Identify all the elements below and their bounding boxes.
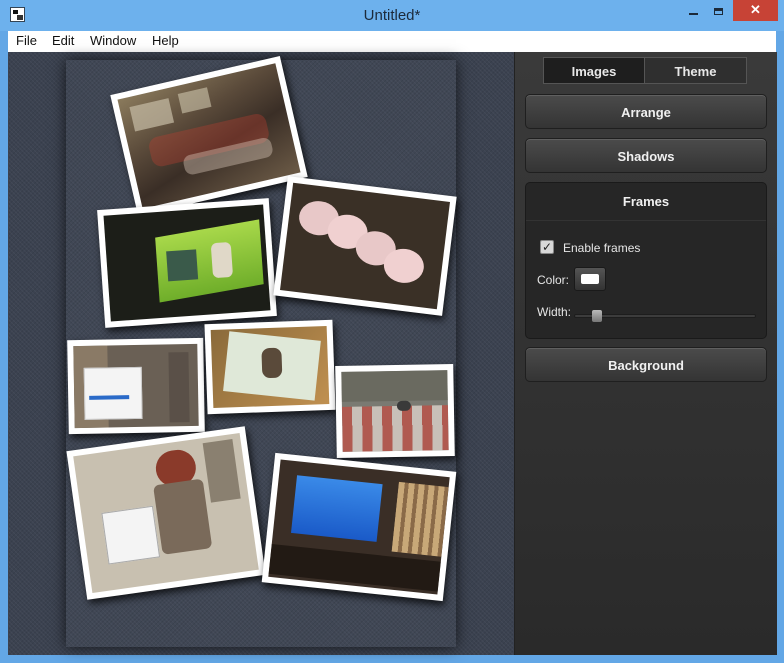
color-label: Color: xyxy=(537,273,570,287)
enable-frames-checkbox[interactable]: ✓ xyxy=(540,240,554,254)
color-swatch xyxy=(581,274,599,284)
maximize-button[interactable] xyxy=(707,0,729,21)
theme-panel: Images Theme Arrange Shadows Frames ✓ En… xyxy=(514,52,777,655)
party-photo[interactable] xyxy=(110,56,308,216)
minimize-button[interactable] xyxy=(682,0,704,21)
seminar-sign-photo[interactable] xyxy=(67,337,205,435)
menu-help[interactable]: Help xyxy=(152,33,179,48)
window-title: Untitled* xyxy=(363,7,421,24)
lecture-hall-photo[interactable] xyxy=(261,452,457,602)
party-photo-image xyxy=(117,63,301,209)
frame-color-button[interactable] xyxy=(574,267,606,291)
pavement-photo[interactable] xyxy=(335,363,455,459)
presentation-screen-photo[interactable] xyxy=(97,198,277,328)
width-slider[interactable] xyxy=(574,310,756,322)
character-standee-photo[interactable] xyxy=(66,426,266,600)
fans-photo-image xyxy=(280,182,450,310)
frames-header[interactable]: Frames xyxy=(526,183,766,221)
width-label: Width: xyxy=(537,305,572,319)
panel-tabs: Images Theme xyxy=(543,57,747,84)
title-bar[interactable]: Untitled* ✕ xyxy=(0,0,784,31)
illustration-card-image xyxy=(210,325,330,409)
illustration-card-photo[interactable] xyxy=(204,319,336,415)
collage-page[interactable] xyxy=(66,56,457,647)
close-button[interactable]: ✕ xyxy=(733,0,778,21)
shadows-button[interactable]: Shadows xyxy=(525,138,767,173)
close-icon: ✕ xyxy=(750,2,761,17)
minimize-icon xyxy=(688,13,698,15)
fans-photo[interactable] xyxy=(273,176,457,316)
pavement-image xyxy=(341,370,449,452)
collage-canvas[interactable] xyxy=(8,52,514,655)
tab-theme[interactable]: Theme xyxy=(645,57,747,84)
background-button[interactable]: Background xyxy=(525,347,767,382)
width-slider-thumb[interactable] xyxy=(592,310,602,322)
enable-frames-label: Enable frames xyxy=(563,241,641,255)
app-window: Untitled* ✕ File Edit Window Help Images… xyxy=(0,0,784,663)
presentation-screen-image xyxy=(103,204,271,322)
seminar-sign-image xyxy=(73,343,199,429)
menu-file[interactable]: File xyxy=(16,33,37,48)
tab-images[interactable]: Images xyxy=(543,57,645,84)
menu-window[interactable]: Window xyxy=(90,33,136,48)
menu-bar: File Edit Window Help xyxy=(8,31,776,52)
menu-edit[interactable]: Edit xyxy=(52,33,74,48)
arrange-button[interactable]: Arrange xyxy=(525,94,767,129)
frames-section: Frames ✓ Enable frames Color: Width: xyxy=(525,182,767,339)
character-standee-image xyxy=(73,432,259,594)
lecture-hall-image xyxy=(268,459,450,595)
maximize-icon xyxy=(713,8,723,15)
